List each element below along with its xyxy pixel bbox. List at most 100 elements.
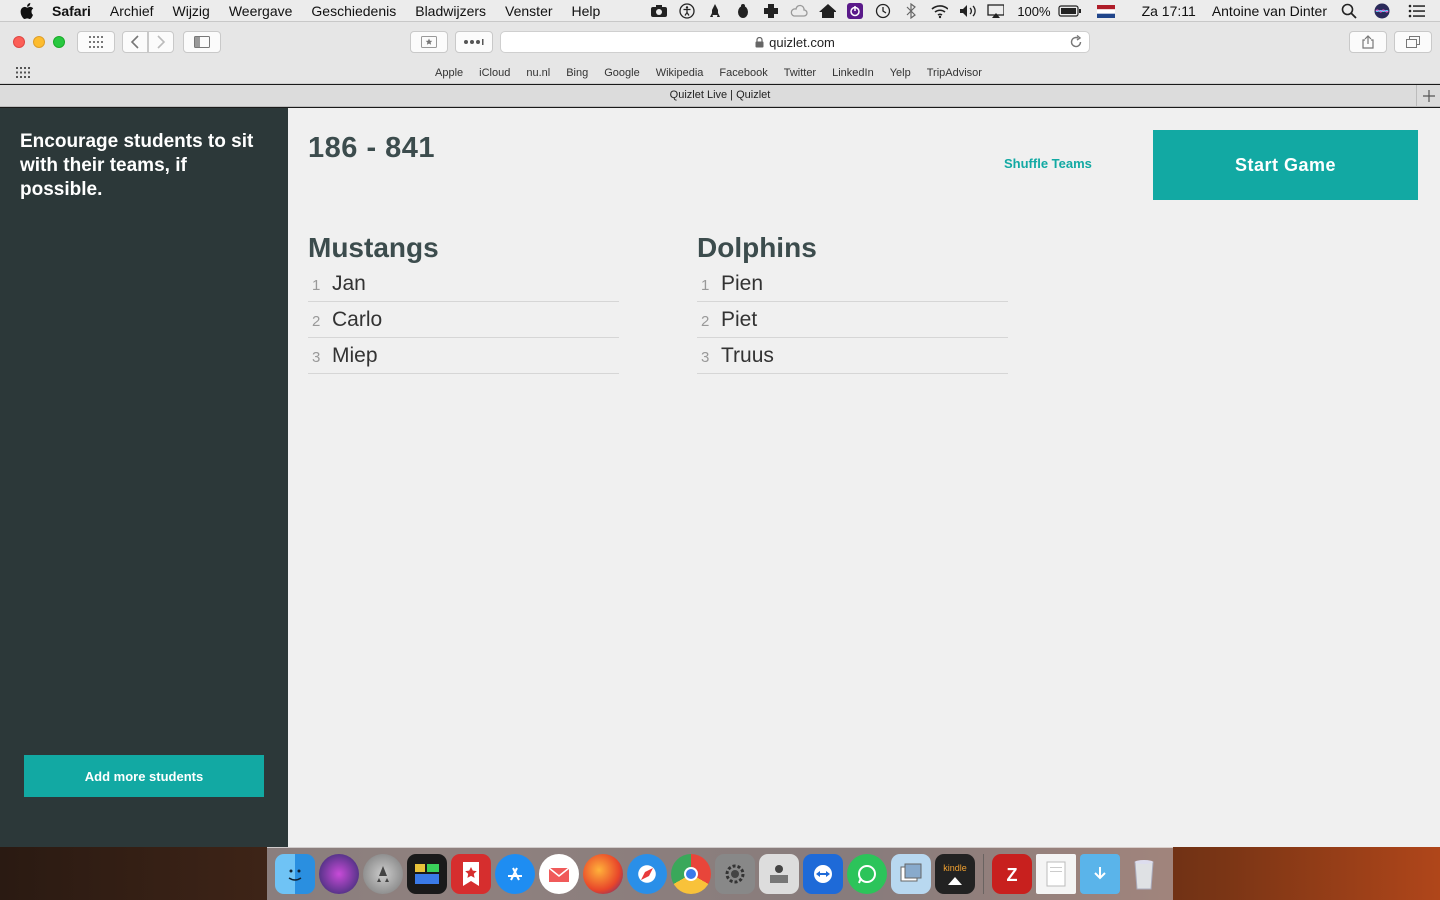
chevron-left-icon <box>130 35 139 49</box>
team-member: 1 Pien <box>697 266 1008 302</box>
trash-icon[interactable] <box>1124 854 1164 894</box>
team-member: 3 Miep <box>308 338 619 374</box>
apple-icon[interactable] <box>18 2 36 20</box>
status-area: 100% Za 17:11 Antoine van Dinter <box>645 0 1440 22</box>
top-sites-button[interactable] <box>77 31 115 53</box>
team-card: Dolphins 1 Pien 2 Piet 3 Truus <box>697 230 1008 374</box>
menu-archief[interactable]: Archief <box>110 3 154 19</box>
member-number: 1 <box>312 276 321 294</box>
tab-bar: Quizlet Live | Quizlet <box>0 85 1440 107</box>
close-window-button[interactable] <box>13 36 25 48</box>
wifi-icon[interactable] <box>930 3 949 19</box>
member-number: 1 <box>701 276 710 294</box>
wunderlist-icon[interactable] <box>451 854 491 894</box>
preview-icon[interactable] <box>891 854 931 894</box>
launchpad-icon[interactable] <box>363 854 403 894</box>
menu-geschiedenis[interactable]: Geschiedenis <box>311 3 396 19</box>
favorite-link[interactable]: Facebook <box>719 67 767 79</box>
fullscreen-window-button[interactable] <box>53 36 65 48</box>
favorite-link[interactable]: TripAdvisor <box>927 67 982 79</box>
spotlight-icon[interactable] <box>1340 3 1358 19</box>
siri-icon[interactable] <box>319 854 359 894</box>
clock[interactable]: Za 17:11 <box>1142 3 1196 19</box>
extensions-button[interactable] <box>455 31 493 53</box>
menu-app-name[interactable]: Safari <box>52 3 91 19</box>
favorite-link[interactable]: Wikipedia <box>656 67 704 79</box>
add-more-students-button[interactable]: Add more students <box>24 755 264 797</box>
favorite-link[interactable]: Bing <box>566 67 588 79</box>
new-tab-button[interactable] <box>1416 85 1440 107</box>
time-machine-icon[interactable] <box>874 3 892 19</box>
cloud-icon[interactable] <box>790 3 808 19</box>
volume-icon[interactable] <box>958 3 977 19</box>
rocket-icon[interactable] <box>706 3 724 19</box>
menu-venster[interactable]: Venster <box>505 3 552 19</box>
menu-weergave[interactable]: Weergave <box>229 3 293 19</box>
address-bar[interactable]: quizlet.com <box>500 31 1090 53</box>
main-content: 186 - 841 Shuffle Teams Start Game Musta… <box>288 108 1440 847</box>
plus-icon[interactable] <box>762 3 780 19</box>
favorite-link[interactable]: iCloud <box>479 67 510 79</box>
favorite-link[interactable]: Apple <box>435 67 463 79</box>
menu-wijzig[interactable]: Wijzig <box>173 3 210 19</box>
airmail-icon[interactable] <box>539 854 579 894</box>
html-file-icon[interactable] <box>1036 854 1076 894</box>
share-button[interactable] <box>1349 31 1387 53</box>
siri-icon[interactable] <box>1373 3 1391 19</box>
battery-icon[interactable] <box>1057 3 1082 19</box>
star-icon <box>421 36 437 48</box>
sidebar: Encourage students to sit with their tea… <box>0 108 288 847</box>
favorite-link[interactable]: LinkedIn <box>832 67 874 79</box>
bluetooth-icon[interactable] <box>902 3 920 19</box>
menu-help[interactable]: Help <box>572 3 601 19</box>
downloads-folder-icon[interactable] <box>1080 854 1120 894</box>
lock-icon <box>755 36 764 48</box>
tabs-icon <box>1406 36 1420 48</box>
app-store-icon[interactable] <box>495 854 535 894</box>
airplay-icon[interactable] <box>986 3 1005 19</box>
firefox-icon[interactable] <box>583 854 623 894</box>
sidebar-toggle-button[interactable] <box>183 31 221 53</box>
whatsapp-icon[interactable] <box>847 854 887 894</box>
dock-separator <box>983 854 984 894</box>
tabs-overview-button[interactable] <box>1394 31 1432 53</box>
evernote-icon[interactable] <box>734 3 752 19</box>
filezilla-icon[interactable]: Z <box>992 854 1032 894</box>
favorite-link[interactable]: Yelp <box>890 67 911 79</box>
back-button[interactable] <box>122 31 148 53</box>
tab-title[interactable]: Quizlet Live | Quizlet <box>0 89 1440 101</box>
dock: kindle Z <box>267 847 1173 900</box>
menu-bladwijzers[interactable]: Bladwijzers <box>415 3 486 19</box>
kindle-icon[interactable]: kindle <box>935 854 975 894</box>
grid-icon <box>89 36 103 48</box>
start-game-button[interactable]: Start Game <box>1153 130 1418 200</box>
finder-icon[interactable] <box>275 854 315 894</box>
camera-icon[interactable] <box>650 3 668 19</box>
favorite-link[interactable]: Twitter <box>784 67 816 79</box>
member-name: Truus <box>721 343 774 367</box>
share-icon <box>1362 35 1374 49</box>
user-name[interactable]: Antoine van Dinter <box>1212 3 1327 19</box>
reload-icon[interactable] <box>1069 35 1083 49</box>
accessibility-icon[interactable] <box>678 3 696 19</box>
favorite-link[interactable]: Google <box>604 67 639 79</box>
favorites-grid-icon[interactable] <box>16 67 30 81</box>
chrome-icon[interactable] <box>671 854 711 894</box>
bookmark-button[interactable] <box>410 31 448 53</box>
shuffle-teams-button[interactable]: Shuffle Teams <box>1004 156 1092 171</box>
member-number: 2 <box>701 312 710 330</box>
power-icon[interactable] <box>846 3 864 19</box>
migration-icon[interactable] <box>759 854 799 894</box>
notification-center-icon[interactable] <box>1408 3 1426 19</box>
home-icon[interactable] <box>818 3 837 19</box>
favorite-link[interactable]: nu.nl <box>526 67 550 79</box>
battery-percentage: 100% <box>1017 3 1051 19</box>
menu-bar: Safari Archief Wijzig Weergave Geschiede… <box>0 0 1440 22</box>
minimize-window-button[interactable] <box>33 36 45 48</box>
flag-icon[interactable] <box>1096 3 1115 19</box>
system-preferences-icon[interactable] <box>715 854 755 894</box>
teamviewer-icon[interactable] <box>803 854 843 894</box>
forward-button[interactable] <box>148 31 174 53</box>
safari-icon[interactable] <box>627 854 667 894</box>
activity-monitor-icon[interactable] <box>407 854 447 894</box>
